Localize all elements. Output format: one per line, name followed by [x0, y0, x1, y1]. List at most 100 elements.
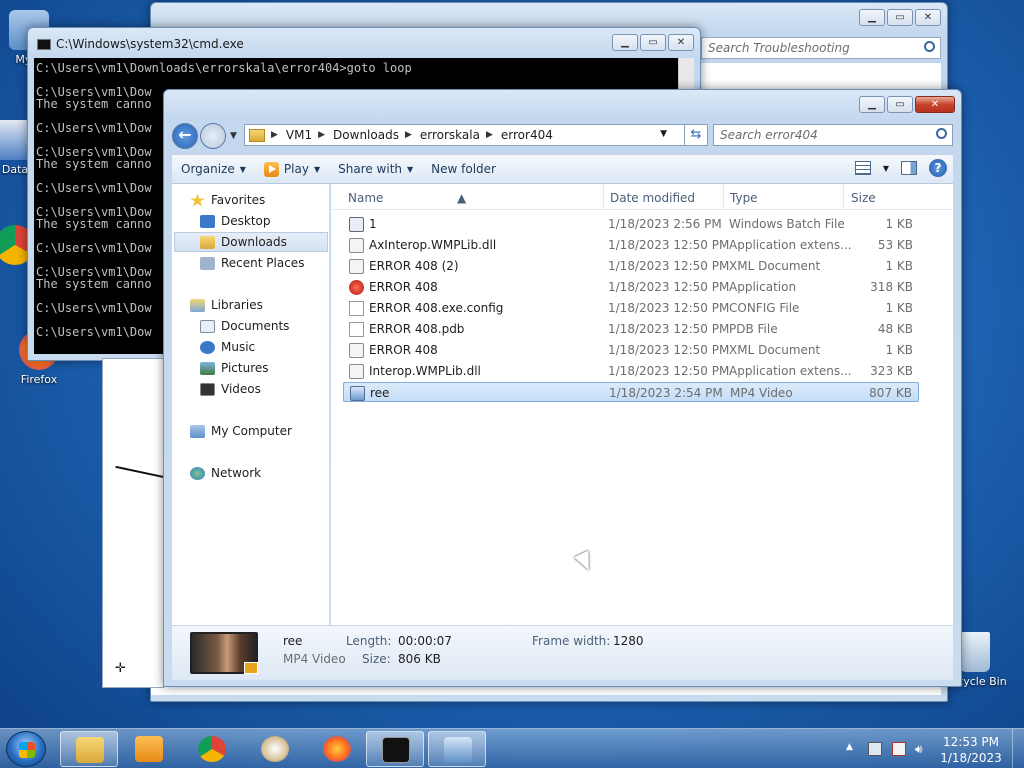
- recent-pages-dropdown[interactable]: ▼: [230, 131, 237, 141]
- file-row[interactable]: ERROR 408 1/18/2023 12:50 PM Application 31…: [343, 277, 919, 297]
- share-with-button[interactable]: Share with ▼: [329, 162, 422, 176]
- chevron-down-icon: ▼: [239, 164, 246, 174]
- clock-date: 1/18/2023: [940, 751, 1002, 765]
- breadcrumb-item[interactable]: ▶ Downloads: [318, 128, 399, 142]
- play-badge-icon: [244, 662, 258, 674]
- close-button[interactable]: ✕: [668, 34, 694, 51]
- nav-documents[interactable]: Documents: [200, 316, 289, 336]
- troubleshooting-search-input[interactable]: Search Troubleshooting: [701, 37, 941, 59]
- file-date-modified: 1/18/2023 12:50 PM: [608, 301, 730, 315]
- breadcrumb-item[interactable]: ▶ VM1: [271, 128, 312, 142]
- batch-file-icon: [349, 217, 364, 232]
- nav-recent-places[interactable]: Recent Places: [200, 253, 304, 273]
- new-folder-button[interactable]: New folder: [422, 162, 505, 176]
- column-name[interactable]: Name: [348, 191, 383, 205]
- action-center-flag-icon[interactable]: [892, 742, 906, 756]
- downloads-folder-icon: [200, 235, 215, 249]
- file-type: XML Document: [729, 259, 821, 273]
- column-divider[interactable]: [603, 184, 604, 210]
- details-pane: ree MP4 Video Length: 00:00:07 Size: 806…: [172, 625, 953, 680]
- taskbar-control-panel[interactable]: [428, 731, 486, 767]
- minimize-button[interactable]: ▁: [612, 34, 638, 51]
- play-button[interactable]: Play ▼: [255, 161, 329, 177]
- start-button[interactable]: [6, 731, 46, 767]
- window-title: C:\Windows\system32\cmd.exe: [56, 37, 244, 51]
- file-row[interactable]: Interop.WMPLib.dll 1/18/2023 12:50 PM Appl…: [343, 361, 919, 381]
- network-icon: [190, 466, 205, 480]
- file-row[interactable]: ERROR 408 1/18/2023 12:50 PM XML Document 1…: [343, 340, 919, 360]
- file-size: 323 KB: [870, 364, 913, 378]
- minimize-button[interactable]: ▁: [859, 9, 885, 26]
- taskbar-chrome[interactable]: [183, 731, 241, 767]
- file-row[interactable]: ree 1/18/2023 2:54 PM MP4 Video 807 KB: [343, 382, 919, 402]
- file-size: 1 KB: [885, 259, 913, 273]
- nav-pictures[interactable]: Pictures: [200, 358, 269, 378]
- explorer-window[interactable]: ▁ ▭ ✕ ← ▼ ▶ VM1 ▶ Downloads ▶ errorskala ▶ e…: [163, 89, 962, 687]
- taskbar-firefox[interactable]: [308, 731, 366, 767]
- paint-icon: [261, 736, 289, 762]
- column-date-modified[interactable]: Date modified: [610, 191, 695, 205]
- column-size[interactable]: Size: [851, 191, 876, 205]
- system-clock[interactable]: 12:53 PM 1/18/2023: [936, 734, 1006, 766]
- chevron-right-icon: ▶: [271, 130, 278, 140]
- file-row[interactable]: ERROR 408.exe.config 1/18/2023 12:50 PM CO…: [343, 298, 919, 318]
- explorer-search-input[interactable]: Search error404: [713, 124, 953, 146]
- maximize-button[interactable]: ▭: [887, 9, 913, 26]
- column-type[interactable]: Type: [730, 191, 758, 205]
- details-frame-width-value: 1280: [613, 634, 644, 648]
- address-dropdown[interactable]: ▼: [660, 129, 667, 139]
- show-desktop-button[interactable]: [1012, 729, 1024, 768]
- file-date-modified: 1/18/2023 12:50 PM: [608, 238, 730, 252]
- file-date-modified: 1/18/2023 12:50 PM: [608, 364, 730, 378]
- chevron-down-icon[interactable]: ▼: [883, 164, 889, 173]
- breadcrumb-item[interactable]: ▶ error404: [486, 128, 553, 142]
- windows-logo-icon: [19, 742, 35, 758]
- file-row[interactable]: AxInterop.WMPLib.dll 1/18/2023 12:50 PM Ap…: [343, 235, 919, 255]
- close-button[interactable]: ✕: [915, 9, 941, 26]
- nav-downloads[interactable]: Downloads: [174, 232, 328, 252]
- close-button[interactable]: ✕: [915, 96, 955, 113]
- file-size: 1 KB: [885, 217, 913, 231]
- nav-libraries[interactable]: Libraries: [190, 295, 263, 315]
- recent-places-icon: [200, 256, 215, 270]
- nav-desktop[interactable]: Desktop: [200, 211, 271, 231]
- nav-music[interactable]: Music: [200, 337, 255, 357]
- refresh-button[interactable]: ⇆: [684, 124, 708, 146]
- address-bar[interactable]: ▶ VM1 ▶ Downloads ▶ errorskala ▶ error404 ▼: [244, 124, 698, 146]
- file-date-modified: 1/18/2023 12:50 PM: [608, 280, 730, 294]
- nav-favorites[interactable]: Favorites: [190, 190, 265, 210]
- forward-button[interactable]: [200, 123, 226, 149]
- taskbar-media-player[interactable]: [120, 731, 178, 767]
- show-hidden-icons-button[interactable]: ▲: [846, 742, 860, 756]
- nav-videos[interactable]: Videos: [200, 379, 261, 399]
- media-player-icon: [135, 736, 163, 762]
- taskbar-paint[interactable]: [246, 731, 304, 767]
- nav-my-computer[interactable]: My Computer: [190, 421, 292, 441]
- volume-icon[interactable]: 🔊︎: [915, 742, 929, 756]
- preview-pane-icon[interactable]: [901, 161, 917, 175]
- file-row[interactable]: ERROR 408.pdb 1/18/2023 12:50 PM PDB File 4…: [343, 319, 919, 339]
- taskbar-cmd[interactable]: [366, 731, 424, 767]
- clock-time: 12:53 PM: [943, 735, 999, 749]
- column-divider[interactable]: [843, 184, 844, 210]
- file-row[interactable]: ERROR 408 (2) 1/18/2023 12:50 PM XML Docum…: [343, 256, 919, 276]
- change-view-icon[interactable]: [854, 161, 871, 175]
- cmd-icon: [37, 39, 51, 50]
- column-divider[interactable]: [723, 184, 724, 210]
- taskbar-explorer[interactable]: [60, 731, 118, 767]
- maximize-button[interactable]: ▭: [640, 34, 666, 51]
- file-row[interactable]: 1 1/18/2023 2:56 PM Windows Batch File 1 KB: [343, 214, 919, 234]
- maximize-button[interactable]: ▭: [887, 96, 913, 113]
- window-controls: ▁ ▭ ✕: [859, 96, 955, 113]
- network-tray-icon[interactable]: [868, 742, 882, 756]
- minimize-button[interactable]: ▁: [859, 96, 885, 113]
- organize-button[interactable]: Organize ▼: [172, 162, 255, 176]
- breadcrumb-item[interactable]: ▶ errorskala: [405, 128, 480, 142]
- file-type: Windows Batch File: [729, 217, 845, 231]
- nav-network[interactable]: Network: [190, 463, 261, 483]
- help-icon[interactable]: ?: [929, 159, 947, 177]
- chevron-down-icon: ▼: [407, 164, 414, 174]
- back-button[interactable]: ←: [172, 123, 198, 149]
- details-file-kind: MP4 Video: [283, 652, 346, 666]
- video-thumbnail: [190, 632, 258, 674]
